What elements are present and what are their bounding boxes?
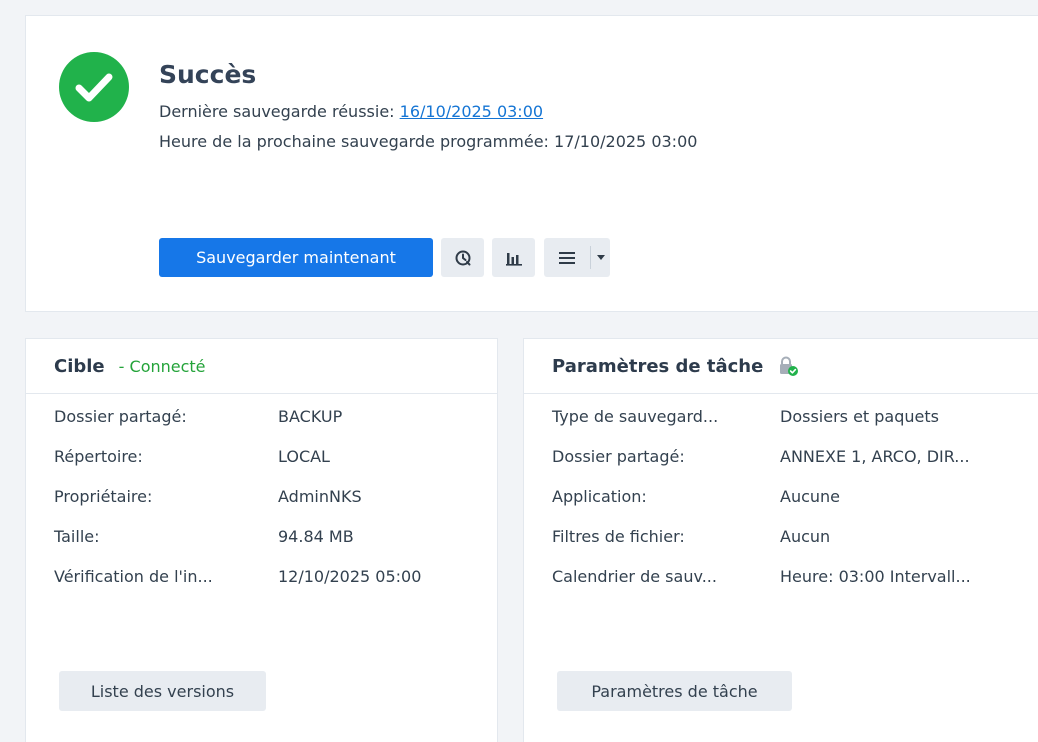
connection-status: - Connecté — [118, 356, 206, 376]
info-label: Type de sauvegard... — [552, 407, 719, 426]
last-backup-line: Dernière sauvegarde réussie: 16/10/2025 … — [159, 102, 543, 121]
target-info-list: Dossier partagé: BACKUP Répertoire: LOCA… — [54, 407, 421, 607]
check-circle-icon — [59, 52, 129, 122]
backup-now-button[interactable]: Sauvegarder maintenant — [159, 238, 433, 277]
info-value: Aucune — [780, 487, 841, 506]
statistics-button[interactable] — [492, 238, 535, 277]
info-value: AdminNKS — [278, 487, 362, 506]
info-label: Dossier partagé: — [552, 447, 685, 466]
info-label: Filtres de fichier: — [552, 527, 685, 546]
info-label: Répertoire: — [54, 447, 143, 466]
status-title: Succès — [159, 60, 257, 89]
info-row: Dossier partagé: BACKUP — [54, 407, 421, 447]
info-row: Calendrier de sauv... Heure: 03:00 Inter… — [552, 567, 971, 607]
info-row: Dossier partagé: ANNEXE 1, ARCO, DIR... — [552, 447, 971, 487]
info-label: Propriétaire: — [54, 487, 153, 506]
history-button[interactable] — [441, 238, 484, 277]
info-value: ANNEXE 1, ARCO, DIR... — [780, 447, 970, 466]
dropdown-toggle[interactable] — [591, 255, 610, 260]
target-card: Cible - Connecté Dossier partagé: BACKUP… — [25, 338, 498, 742]
info-row: Répertoire: LOCAL — [54, 447, 421, 487]
status-panel: Succès Dernière sauvegarde réussie: 16/1… — [25, 15, 1038, 312]
info-row: Vérification de l'in... 12/10/2025 05:00 — [54, 567, 421, 607]
task-settings-header: Paramètres de tâche — [524, 339, 1038, 394]
target-card-title: Cible — [54, 355, 105, 377]
lock-check-icon — [780, 356, 799, 376]
info-value: BACKUP — [278, 407, 343, 426]
menu-icon — [559, 251, 575, 264]
task-settings-card: Paramètres de tâche Type de sauvegard...… — [523, 338, 1038, 742]
info-label: Application: — [552, 487, 647, 506]
info-value: 94.84 MB — [278, 527, 354, 546]
info-row: Application: Aucune — [552, 487, 971, 527]
info-row: Taille: 94.84 MB — [54, 527, 421, 567]
info-label: Dossier partagé: — [54, 407, 187, 426]
info-label: Vérification de l'in... — [54, 567, 213, 586]
menu-button[interactable] — [544, 238, 590, 277]
bar-chart-icon — [505, 252, 522, 266]
backup-task-page: Succès Dernière sauvegarde réussie: 16/1… — [0, 0, 1038, 742]
info-value: LOCAL — [278, 447, 330, 466]
info-label: Taille: — [54, 527, 100, 546]
history-icon — [455, 250, 470, 265]
info-value: Heure: 03:00 Intervall... — [780, 567, 971, 586]
info-value: Dossiers et paquets — [780, 407, 939, 426]
last-backup-link[interactable]: 16/10/2025 03:00 — [400, 102, 543, 121]
last-backup-label: Dernière sauvegarde réussie: — [159, 102, 395, 121]
task-settings-title: Paramètres de tâche — [552, 355, 764, 377]
caret-down-icon — [596, 255, 605, 260]
task-settings-button[interactable]: Paramètres de tâche — [557, 671, 792, 711]
info-row: Type de sauvegard... Dossiers et paquets — [552, 407, 971, 447]
info-label: Calendrier de sauv... — [552, 567, 717, 586]
info-row: Filtres de fichier: Aucun — [552, 527, 971, 567]
task-settings-list: Type de sauvegard... Dossiers et paquets… — [552, 407, 971, 607]
action-toolbar: Sauvegarder maintenant — [159, 238, 610, 277]
info-value: Aucun — [780, 527, 831, 546]
info-row: Propriétaire: AdminNKS — [54, 487, 421, 527]
target-card-header: Cible - Connecté — [26, 339, 497, 394]
next-backup-line: Heure de la prochaine sauvegarde program… — [159, 132, 698, 151]
info-value: 12/10/2025 05:00 — [278, 567, 422, 586]
version-list-button[interactable]: Liste des versions — [59, 671, 266, 711]
more-actions-button[interactable] — [544, 238, 610, 277]
